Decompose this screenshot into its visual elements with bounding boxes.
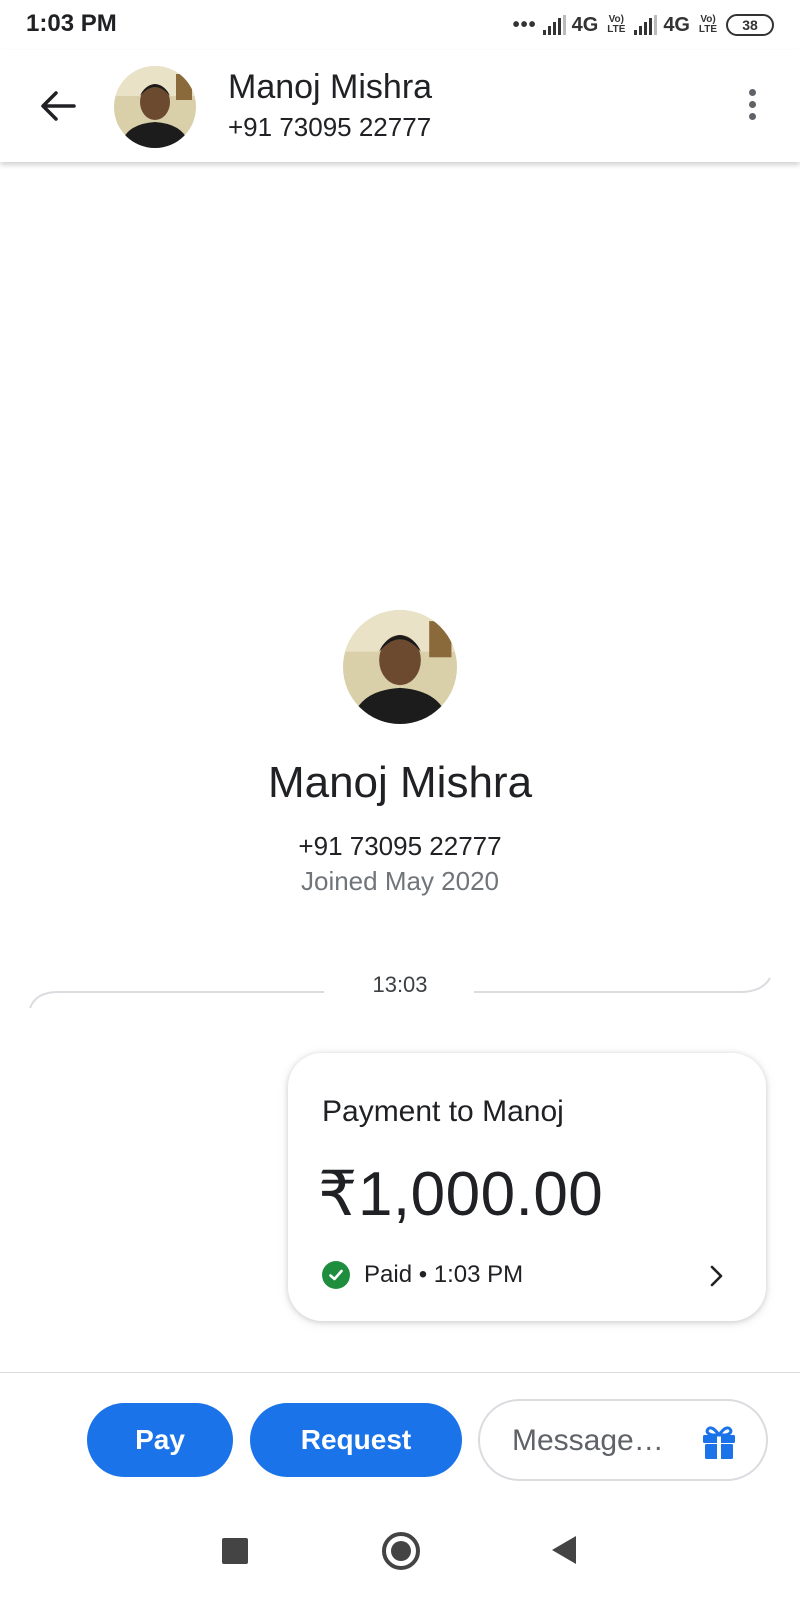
timestamp-divider: 13:03	[28, 972, 772, 1012]
notification-dots: •••	[512, 13, 537, 36]
check-circle-icon	[322, 1261, 350, 1289]
signal-icon	[542, 15, 566, 35]
system-nav-bar	[0, 1504, 800, 1600]
action-bar: Pay Request	[0, 1372, 800, 1504]
payment-amount: ₹1,000.00	[318, 1160, 604, 1229]
status-icons: ••• 4G Vo) LTE 4G Vo) LTE 38	[513, 10, 774, 40]
more-options-button[interactable]	[732, 80, 772, 128]
person-photo-icon	[343, 610, 457, 724]
timestamp-label: 13:03	[372, 972, 428, 997]
recents-square-icon[interactable]	[222, 1538, 248, 1564]
more-vert-icon	[748, 88, 756, 96]
volte-icon-1: Vo) LTE	[607, 14, 626, 35]
payment-status-text: Paid • 1:03 PM	[364, 1261, 524, 1288]
profile-avatar	[343, 610, 457, 724]
header-contact-phone: +91 73095 22777	[228, 112, 432, 142]
profile-name: Manoj Mishra	[267, 758, 533, 807]
person-photo-icon	[114, 66, 196, 148]
message-input[interactable]	[512, 1419, 692, 1463]
status-bar: 1:03 PM ••• 4G Vo) LTE 4G Vo) LTE 38	[0, 0, 800, 50]
home-circle-icon[interactable]	[382, 1532, 420, 1570]
gift-icon[interactable]	[700, 1423, 738, 1461]
message-field[interactable]	[478, 1399, 768, 1481]
network-type-1: 4G	[571, 13, 599, 36]
battery-icon: 38	[726, 14, 774, 36]
payment-card[interactable]: Payment to Manoj ₹1,000.00 Paid • 1:03 P…	[288, 1053, 766, 1321]
payment-status: Paid • 1:03 PM	[322, 1261, 523, 1289]
chat-header: Manoj Mishra +91 73095 22777	[0, 50, 800, 162]
payment-title: Payment to Manoj	[322, 1095, 564, 1128]
header-contact-name: Manoj Mishra	[228, 68, 433, 106]
triangle-back-icon[interactable]	[552, 1536, 576, 1564]
profile-joined-date: Joined May 2020	[300, 866, 500, 896]
network-type-2: 4G	[663, 13, 690, 36]
contact-avatar[interactable]	[114, 66, 196, 148]
back-button[interactable]	[32, 80, 84, 132]
chevron-right-icon[interactable]	[704, 1261, 730, 1291]
status-time: 1:03 PM	[26, 10, 117, 37]
arrow-left-icon	[41, 91, 76, 121]
request-button[interactable]: Request	[250, 1403, 462, 1477]
signal-icon-2	[634, 15, 658, 35]
profile-phone: +91 73095 22777	[298, 831, 502, 861]
pay-button[interactable]: Pay	[87, 1403, 233, 1477]
volte-icon-2: Vo) LTE	[698, 14, 718, 35]
